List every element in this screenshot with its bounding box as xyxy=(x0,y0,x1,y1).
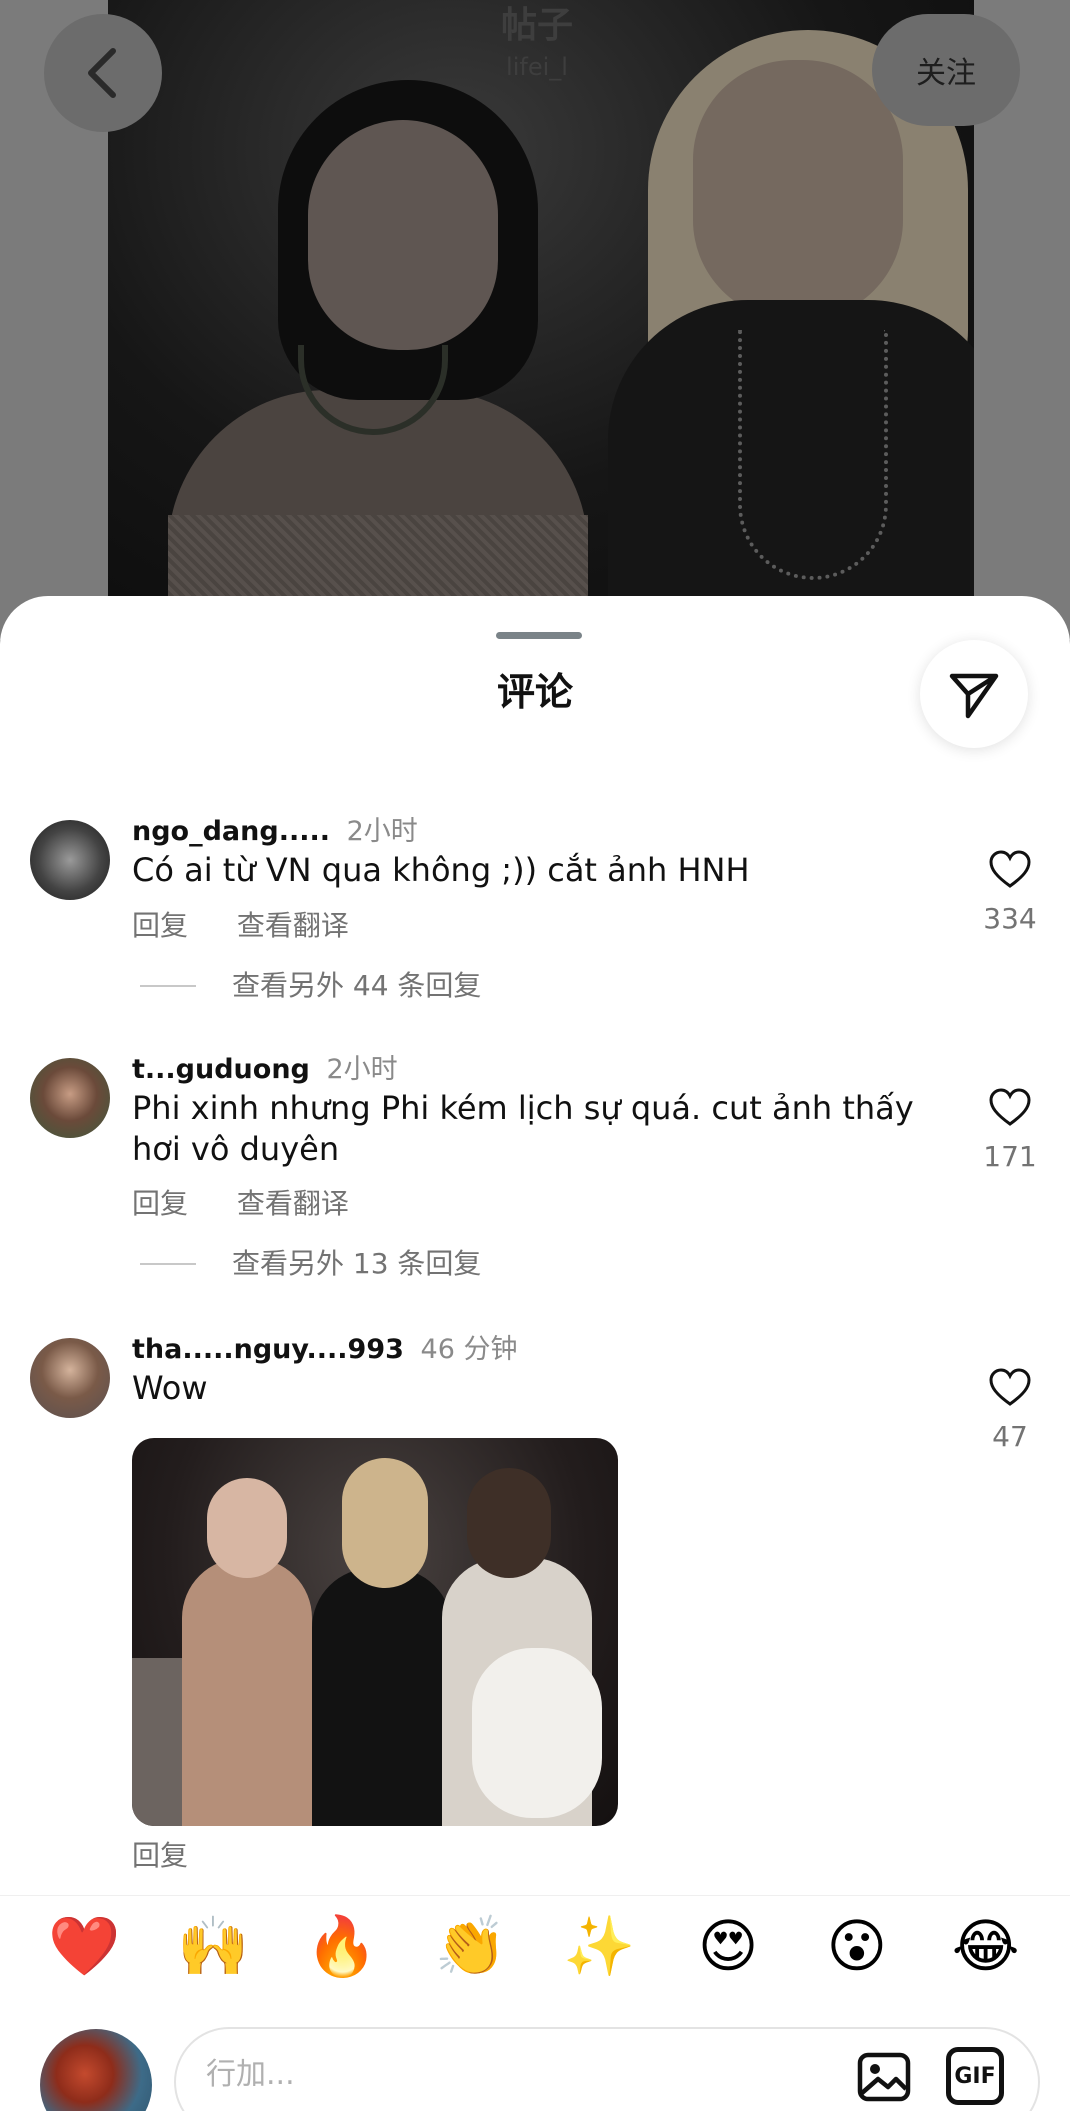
emoji-sparkles[interactable]: ✨ xyxy=(554,1911,644,1981)
emoji-clapping[interactable]: 👏 xyxy=(426,1911,516,1981)
like-count: 47 xyxy=(992,1420,1028,1453)
post-background: 帖子 lifei_l 关注 xyxy=(0,0,1070,640)
avatar[interactable] xyxy=(30,1058,110,1138)
reply-button[interactable]: 回复 xyxy=(132,1838,188,1874)
chevron-left-icon xyxy=(88,48,116,98)
emoji-fire[interactable]: 🔥 xyxy=(297,1911,387,1981)
post-title: 帖子 xyxy=(500,5,573,46)
avatar[interactable] xyxy=(30,1338,110,1418)
send-icon xyxy=(949,673,999,719)
comment-text: Wow xyxy=(132,1369,208,1407)
emoji-laughing[interactable]: 😂 xyxy=(941,1911,1031,1981)
sheet-title: 评论 xyxy=(496,670,573,714)
emoji-raising-hands[interactable]: 🙌 xyxy=(168,1911,258,1981)
view-more-replies[interactable]: 查看另外 13 条回复 xyxy=(140,1246,481,1282)
emoji-surprised[interactable]: 😮 xyxy=(812,1911,902,1981)
comment-meta: tha.....nguy....993 46 分钟 xyxy=(132,1332,517,1368)
replies-divider xyxy=(140,985,196,987)
my-avatar xyxy=(40,2029,152,2111)
comment-username[interactable]: tha.....nguy....993 xyxy=(132,1334,404,1365)
like-button[interactable]: 171 xyxy=(968,1088,1052,1174)
comment-time: 46 分钟 xyxy=(420,1334,518,1365)
follow-button[interactable]: 关注 xyxy=(872,14,1020,126)
view-more-replies[interactable]: 查看另外 44 条回复 xyxy=(140,968,481,1004)
emoji-heart-eyes[interactable]: 😍 xyxy=(683,1911,773,1981)
comment-composer: 行加... GIF xyxy=(0,2005,1070,2111)
comment-username[interactable]: t...guduong xyxy=(132,1054,310,1085)
post-author: lifei_l xyxy=(506,53,568,81)
replies-divider xyxy=(140,1263,196,1265)
emoji-heart[interactable]: ❤️ xyxy=(39,1911,129,1981)
like-button[interactable]: 47 xyxy=(968,1368,1052,1454)
comment-text: Phi xinh nhưng Phi kém lịch sự quá. cut … xyxy=(132,1089,914,1168)
comment-text: Có ai từ VN qua không ;)) cắt ảnh HNH xyxy=(132,851,750,889)
reply-button[interactable]: 回复 xyxy=(132,909,188,942)
like-button[interactable]: 334 xyxy=(968,850,1052,936)
view-more-replies-label: 查看另外 13 条回复 xyxy=(232,1247,482,1280)
comment-time: 2小时 xyxy=(346,816,418,847)
sheet-grabber[interactable] xyxy=(496,632,582,639)
comment-input-text: 行加... xyxy=(206,2057,295,2092)
post-header: 帖子 lifei_l xyxy=(462,0,612,90)
heart-outline-icon xyxy=(989,1368,1031,1406)
comment-username[interactable]: ngo_dang..... xyxy=(132,816,330,847)
translate-button[interactable]: 查看翻译 xyxy=(237,1187,349,1220)
view-more-replies-label: 查看另外 44 条回复 xyxy=(232,969,482,1002)
comments-sheet: 评论 ngo_dang..... 2小时 Có ai từ VN qua khô… xyxy=(0,596,1070,2111)
image-button[interactable] xyxy=(856,2049,912,2105)
comment-meta: ngo_dang..... 2小时 xyxy=(132,814,418,850)
image-icon xyxy=(857,2052,911,2102)
post-photo xyxy=(108,0,974,600)
comment-actions: 回复 查看翻译 xyxy=(132,908,389,944)
heart-outline-icon xyxy=(989,1088,1031,1126)
comment-time: 2小时 xyxy=(326,1054,398,1085)
back-button[interactable] xyxy=(44,14,162,132)
heart-outline-icon xyxy=(989,850,1031,888)
avatar[interactable] xyxy=(30,820,110,900)
gif-icon: GIF xyxy=(954,2063,996,2089)
gif-button[interactable]: GIF xyxy=(946,2047,1004,2105)
comment-actions: 回复 查看翻译 xyxy=(132,1186,389,1222)
emoji-reaction-bar: ❤️ 🙌 🔥 👏 ✨ 😍 😮 😂 xyxy=(0,1895,1070,1995)
comment-meta: t...guduong 2小时 xyxy=(132,1052,398,1088)
reply-button[interactable]: 回复 xyxy=(132,1187,188,1220)
share-button[interactable] xyxy=(920,640,1028,748)
comment-image[interactable] xyxy=(132,1438,618,1826)
like-count: 334 xyxy=(983,902,1037,935)
translate-button[interactable]: 查看翻译 xyxy=(237,909,349,942)
like-count: 171 xyxy=(983,1140,1037,1173)
comment-input[interactable]: 行加... GIF xyxy=(174,2027,1040,2111)
